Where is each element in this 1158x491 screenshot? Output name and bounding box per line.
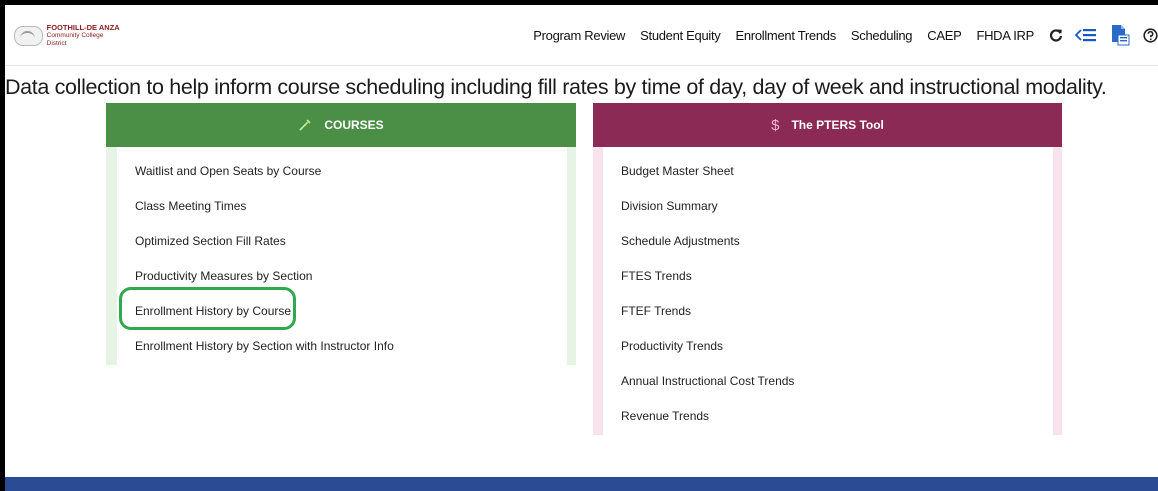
logo-text: FOOTHILL-DE ANZA Community College Distr…: [47, 24, 124, 48]
pters-item-budget-master[interactable]: Budget Master Sheet: [621, 154, 734, 188]
help-icon[interactable]: [1143, 27, 1158, 43]
courses-item-meeting-times[interactable]: Class Meeting Times: [135, 189, 246, 223]
pencil-icon: [298, 118, 312, 132]
nav-menu: Program Review Student Equity Enrollment…: [533, 23, 1158, 47]
courses-item-fill-rates[interactable]: Optimized Section Fill Rates: [135, 224, 286, 258]
pters-item-ftef-trends[interactable]: FTEF Trends: [621, 294, 691, 328]
courses-list: Waitlist and Open Seats by Course Class …: [117, 147, 567, 365]
nav-scheduling[interactable]: Scheduling: [851, 28, 913, 43]
refresh-icon[interactable]: [1049, 28, 1063, 42]
nav-student-equity[interactable]: Student Equity: [640, 28, 721, 43]
top-navbar: FOOTHILL-DE ANZA Community College Distr…: [5, 5, 1158, 66]
nav-caep[interactable]: CAEP: [927, 28, 962, 43]
pters-item-revenue-trends[interactable]: Revenue Trends: [621, 399, 709, 433]
nav-enrollment-trends[interactable]: Enrollment Trends: [736, 28, 837, 43]
footer-band: [5, 477, 1158, 491]
pters-item-instructional-cost[interactable]: Annual Instructional Cost Trends: [621, 364, 794, 398]
pters-item-schedule-adjustments[interactable]: Schedule Adjustments: [621, 224, 740, 258]
highlight-ring: [119, 287, 296, 330]
page: FOOTHILL-DE ANZA Community College Distr…: [5, 5, 1158, 491]
courses-card-header: COURSES: [106, 103, 576, 147]
pters-card: $ The PTERS Tool Budget Master Sheet Div…: [593, 103, 1062, 435]
district-logo[interactable]: FOOTHILL-DE ANZA Community College Distr…: [14, 24, 124, 48]
pters-item-division-summary[interactable]: Division Summary: [621, 189, 718, 223]
pters-card-title: The PTERS Tool: [791, 118, 884, 132]
pters-card-header: $ The PTERS Tool: [593, 103, 1062, 147]
pters-item-productivity-trends[interactable]: Productivity Trends: [621, 329, 723, 363]
courses-item-waitlist[interactable]: Waitlist and Open Seats by Course: [135, 154, 321, 188]
courses-card-title: COURSES: [324, 118, 384, 132]
nav-program-review[interactable]: Program Review: [533, 28, 625, 43]
menu-collapse-icon[interactable]: [1075, 27, 1097, 43]
page-headline: Data collection to help inform course sc…: [5, 75, 1107, 99]
logo-emblem-icon: [14, 26, 43, 46]
nav-fhda-irp[interactable]: FHDA IRP: [976, 28, 1034, 43]
logo-line1: FOOTHILL-DE ANZA: [46, 23, 120, 32]
logo-line2: Community College District: [46, 32, 104, 47]
courses-item-enrollment-by-section[interactable]: Enrollment History by Section with Instr…: [135, 329, 394, 363]
pters-item-ftes-trends[interactable]: FTES Trends: [621, 259, 692, 293]
pters-list: Budget Master Sheet Division Summary Sch…: [603, 147, 1053, 435]
dollar-icon: $: [771, 116, 780, 134]
export-icon[interactable]: [1109, 24, 1131, 46]
